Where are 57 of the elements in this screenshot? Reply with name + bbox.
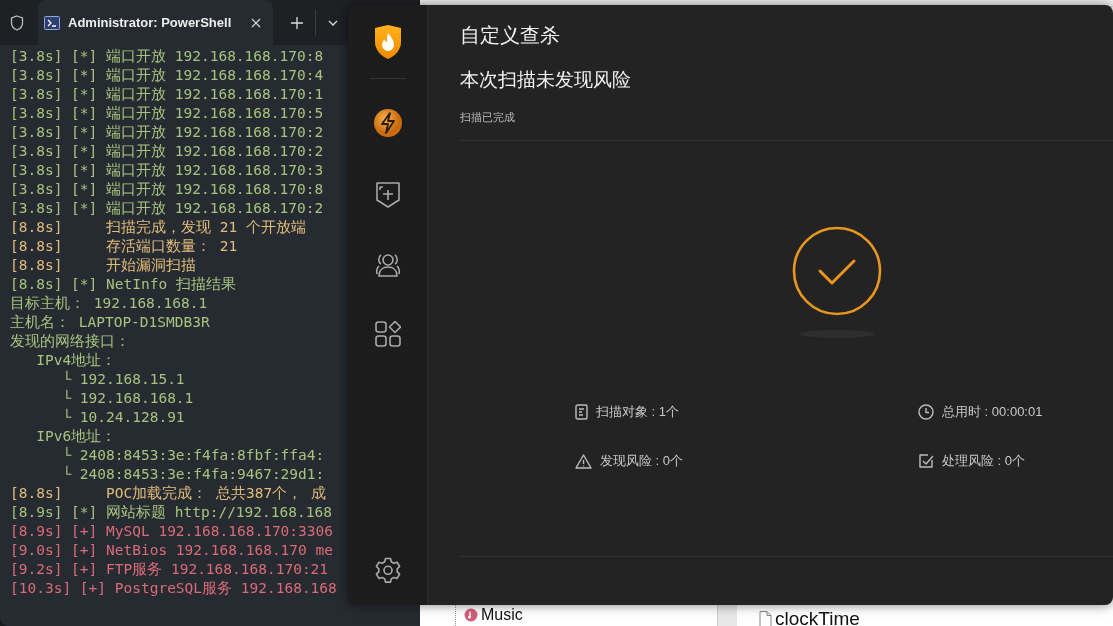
stat-text: 处理风险 : 0个 (942, 452, 1026, 470)
terminal-line: └ 2408:8453:3e:f4fa:8fbf:ffa4: (61, 446, 325, 465)
stat-text: 扫描对象 : 1个 (596, 403, 680, 421)
terminal-line: [3.8s] [*] 端口开放 192.168.168.170:2 (10, 199, 324, 218)
music-icon (464, 608, 478, 622)
checkbox-icon (918, 453, 934, 469)
document-icon (575, 404, 588, 420)
terminal-line: [3.8s] [*] 端口开放 192.168.168.170:8 (10, 47, 324, 66)
terminal-line: [3.8s] [*] 端口开放 192.168.168.170:2 (10, 123, 324, 142)
settings-icon[interactable] (374, 557, 401, 583)
stat-text: 发现风险 : 0个 (600, 452, 684, 470)
terminal-line: [8.9s] [+] MySQL 192.168.168.170:3306 (10, 522, 333, 541)
terminal-line: [9.0s] [+] NetBios 192.168.168.170 me (10, 541, 333, 560)
result-headline: 本次扫描未发现风险 (460, 68, 632, 92)
lightning-icon[interactable] (372, 108, 403, 138)
terminal-line: 目标主机： 192.168.168.1 (10, 294, 208, 313)
tab-title: Administrator: PowerShell (68, 15, 232, 30)
apps-icon[interactable] (374, 321, 401, 347)
terminal-line: [8.8s] 扫描完成，发现 21 个开放端 (10, 218, 306, 237)
users-icon[interactable] (373, 252, 402, 278)
terminal-line: [3.8s] [*] 端口开放 192.168.168.170:1 (10, 85, 324, 104)
terminal-line: └ 10.24.128.91 (61, 408, 185, 427)
terminal-line: IPv6地址： (35, 427, 117, 446)
terminal-line: [8.8s] POC加载完成： 总共387个， 成 (10, 484, 326, 503)
terminal-line: [3.8s] [*] 端口开放 192.168.168.170:5 (10, 104, 324, 123)
terminal-line: [8.9s] [*] 网站标题 http://192.168.168 (10, 503, 332, 522)
warning-icon (575, 453, 592, 469)
file-name[interactable]: clockTime (775, 608, 860, 626)
terminal-line: 发现的网络接口： (10, 332, 130, 351)
powershell-icon (44, 15, 60, 30)
stat-text: 总用时 : 00:00:01 (942, 403, 1043, 421)
logo-icon[interactable] (372, 24, 403, 60)
terminal-line: 主机名： LAPTOP-D1SMDB3R (10, 313, 210, 332)
shield-plus-icon[interactable] (374, 181, 401, 209)
dropdown-icon[interactable] (328, 19, 339, 26)
terminal-line: IPv4地址： (35, 351, 117, 370)
window-title: 自定义查杀 (460, 23, 561, 47)
terminal-line: [8.8s] 开始漏洞扫描 (10, 256, 197, 275)
scan-status: 扫描已完成 (460, 110, 515, 125)
terminal-line: [9.2s] [+] FTP服务 192.168.168.170:21 (10, 560, 329, 579)
check-circle-icon (792, 226, 882, 316)
terminal-line: [3.8s] [*] 端口开放 192.168.168.170:8 (10, 180, 324, 199)
terminal-line: └ 192.168.15.1 (61, 370, 185, 389)
folder-name[interactable]: Music (481, 606, 523, 624)
new-tab-icon[interactable] (291, 16, 304, 29)
clock-icon (918, 404, 934, 420)
terminal-line: [3.8s] [*] 端口开放 192.168.168.170:4 (10, 66, 324, 85)
terminal-line: └ 2408:8453:3e:f4fa:9467:29d1: (61, 465, 325, 484)
terminal-line: [3.8s] [*] 端口开放 192.168.168.170:3 (10, 161, 324, 180)
shield-icon[interactable] (10, 14, 24, 31)
terminal-line: └ 192.168.168.1 (61, 389, 194, 408)
terminal-tab[interactable]: Administrator: PowerShell (38, 0, 274, 45)
terminal-line: [8.8s] 存活端口数量： 21 (10, 237, 238, 256)
close-icon[interactable] (251, 17, 262, 28)
terminal-line: [10.3s] [+] PostgreSQL服务 192.168.168 (10, 579, 337, 598)
terminal-line: [3.8s] [*] 端口开放 192.168.168.170:2 (10, 142, 324, 161)
terminal-line: [8.8s] [*] NetInfo 扫描结果 (10, 275, 236, 294)
